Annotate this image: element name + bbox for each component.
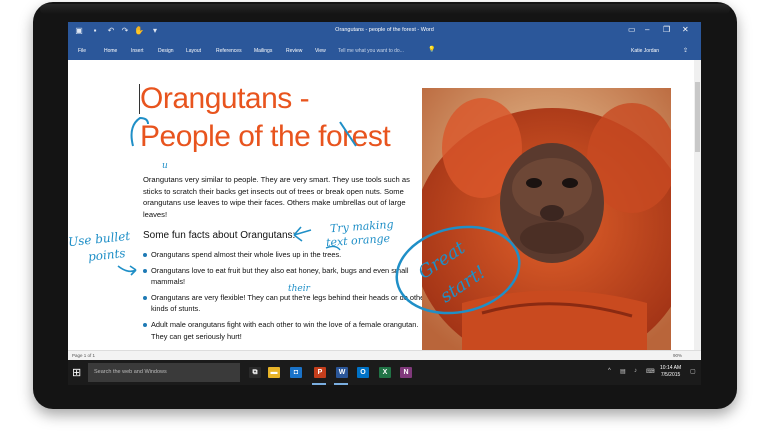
tray-chevron-icon[interactable]: ^ — [608, 368, 611, 374]
bullet-dot — [143, 253, 147, 257]
minimize-icon[interactable]: – — [645, 25, 649, 34]
ribbon-tabs: File Home Insert Design Layout Reference… — [68, 42, 701, 60]
excel-icon[interactable]: X — [379, 367, 391, 378]
network-icon[interactable]: ▤ — [620, 368, 626, 375]
taskbar: ⊞ Search the web and Windows ⧉ ▬ ◘ P W O… — [68, 360, 701, 385]
intro-paragraph[interactable]: Orangutans very similar to people. They … — [143, 174, 423, 220]
ink-note-u: u — [162, 161, 168, 171]
title-bar: ▣ ▪ ↶ ↷ ✋ ▾ Orangutans - people of the f… — [68, 22, 701, 42]
taskbar-search[interactable]: Search the web and Windows — [88, 363, 240, 382]
store-icon[interactable]: ◘ — [290, 367, 302, 378]
tab-home[interactable]: Home — [104, 48, 117, 54]
page-count[interactable]: Page 1 of 1 — [72, 353, 95, 358]
screen: ▣ ▪ ↶ ↷ ✋ ▾ Orangutans - people of the f… — [68, 22, 701, 385]
bezel-highlight — [40, 4, 730, 14]
clock-time: 10:14 AM — [660, 365, 682, 371]
orangutan-photo[interactable] — [422, 88, 671, 350]
tell-me-input[interactable]: Tell me what you want to do... — [338, 46, 438, 56]
active-app-indicator — [312, 383, 326, 385]
clock-date: 7/5/2015 — [660, 372, 681, 378]
zoom-level[interactable]: 90% — [673, 353, 682, 358]
list-item-text: Orangutans spend almost their whole live… — [151, 250, 342, 259]
tab-insert[interactable]: Insert — [131, 48, 144, 54]
list-item-text: Orangutans love to eat fruit but they al… — [151, 265, 409, 287]
close-icon[interactable]: ✕ — [682, 25, 689, 34]
restore-icon[interactable]: ❐ — [663, 25, 670, 34]
bullet-dot — [143, 268, 147, 273]
tab-design[interactable]: Design — [158, 48, 174, 54]
taskbar-clock[interactable]: 10:14 AM 7/5/2015 — [660, 365, 681, 379]
fun-facts-heading[interactable]: Some fun facts about Orangutans: — [143, 230, 295, 241]
list-item[interactable]: Orangutans are very flexible! They can p… — [143, 292, 433, 315]
list-item[interactable]: Adult male orangutans fight with each ot… — [143, 319, 433, 342]
file-explorer-icon[interactable]: ▬ — [268, 367, 280, 378]
tab-layout[interactable]: Layout — [186, 48, 201, 54]
outlook-icon[interactable]: O — [357, 367, 369, 378]
tab-file[interactable]: File — [78, 48, 86, 54]
ribbon-display-icon[interactable]: ▭ — [628, 25, 636, 34]
task-view-icon[interactable]: ⧉ — [249, 367, 261, 378]
powerpoint-icon[interactable]: P — [314, 367, 326, 378]
window-title: Orangutans - people of the forest - Word — [335, 27, 434, 33]
scrollbar-thumb[interactable] — [695, 82, 700, 152]
document-title-line-1[interactable]: Orangutans - — [140, 82, 310, 116]
lightbulb-icon: 💡 — [428, 47, 436, 53]
onenote-icon[interactable]: N — [400, 367, 412, 378]
document-title-line-2[interactable]: People of the forest — [140, 120, 391, 154]
list-item[interactable]: Orangutans spend almost their whole live… — [143, 249, 433, 261]
tab-mailings[interactable]: Mailings — [254, 48, 272, 54]
fun-facts-list: Orangutans spend almost their whole live… — [143, 249, 433, 346]
tab-review[interactable]: Review — [286, 48, 302, 54]
word-icon[interactable]: W — [336, 367, 348, 378]
tab-references[interactable]: References — [216, 48, 242, 54]
list-item-text: Orangutans are very flexible! They can p… — [151, 292, 427, 314]
action-center-icon[interactable]: ▢ — [690, 368, 696, 375]
windows-start-icon[interactable]: ⊞ — [72, 366, 81, 379]
user-account[interactable]: Katie Jordan — [631, 48, 659, 54]
ink-note-their: their — [288, 284, 310, 294]
tab-view[interactable]: View — [315, 48, 326, 54]
bullet-dot — [143, 322, 147, 327]
share-icon[interactable]: ⇪ — [683, 47, 688, 54]
list-item-text: Adult male orangutans fight with each ot… — [151, 319, 419, 341]
keyboard-icon[interactable]: ⌨ — [646, 368, 655, 375]
volume-icon[interactable]: ♪ — [634, 368, 637, 374]
bullet-dot — [143, 295, 147, 300]
active-app-indicator — [334, 383, 348, 385]
orangutan-illustration — [422, 88, 671, 350]
